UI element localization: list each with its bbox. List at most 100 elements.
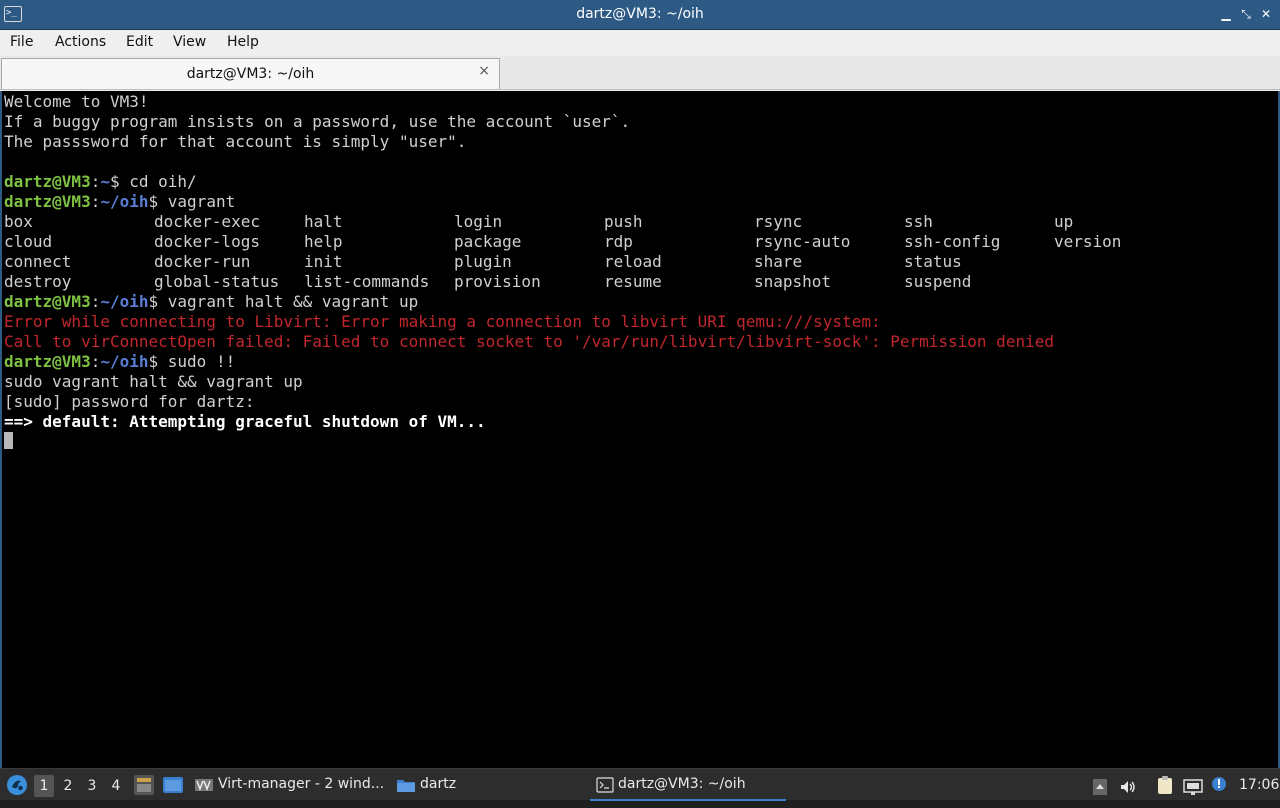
vagrant-subcommand: box (4, 212, 33, 231)
clipboard-tray-button[interactable] (1156, 775, 1174, 795)
vagrant-command-row: cloud docker-logs help package rdp rsync-auto… (4, 232, 1274, 252)
command-text: cd oih/ (129, 172, 197, 191)
title-bar[interactable]: >_ dartz@VM3: ~/oih ▁ ⤡ ✕ (0, 0, 1280, 30)
lxqt-start-icon (7, 775, 27, 795)
welcome-line: Welcome to VM3! (4, 92, 149, 111)
prompt-line: dartz@VM3:~/oih$ vagrant halt && vagrant… (4, 292, 418, 312)
prompt-path: ~ (100, 172, 110, 191)
sudo-password-prompt: [sudo] password for dartz: (4, 392, 255, 411)
desktop-2-button[interactable]: 2 (58, 775, 78, 797)
menu-edit[interactable]: Edit (126, 34, 153, 50)
clock[interactable]: 17:06 (1239, 769, 1279, 801)
vagrant-subcommand: status (904, 252, 962, 271)
maximize-icon[interactable]: ⤡ (1238, 6, 1254, 22)
vagrant-subcommand: share (754, 252, 803, 271)
network-icon (1183, 779, 1203, 795)
vagrant-subcommand: version (1054, 232, 1122, 251)
vagrant-command-row: connect docker-run init plugin reload share st… (4, 252, 1274, 272)
vagrant-subcommand: push (604, 212, 643, 231)
window-title: dartz@VM3: ~/oih (576, 6, 704, 22)
tray-arrow-icon (1093, 779, 1107, 795)
vagrant-subcommand: docker-logs (154, 232, 260, 251)
vagrant-subcommand: connect (4, 252, 72, 271)
menu-actions[interactable]: Actions (55, 34, 106, 50)
vagrant-subcommand: halt (304, 212, 343, 231)
volume-icon (1121, 781, 1135, 793)
task-virt-manager[interactable]: Virt-manager - 2 wind... (190, 769, 386, 801)
vagrant-subcommand: up (1054, 212, 1074, 231)
prompt-line: dartz@VM3:~$ cd oih/ (4, 172, 197, 192)
vagrant-command-row: box docker-exec halt login push rsync ssh up (4, 212, 1274, 232)
welcome-line: If a buggy program insists on a password… (4, 112, 631, 131)
vagrant-subcommand: docker-exec (154, 212, 260, 231)
error-line: Call to virConnectOpen failed: Failed to… (4, 332, 1054, 351)
menu-help[interactable]: Help (227, 34, 259, 50)
tray-show-hidden[interactable] (1092, 776, 1108, 795)
close-icon[interactable]: ✕ (1258, 6, 1274, 22)
menu-file[interactable]: File (10, 34, 33, 50)
welcome-line: The passsword for that account is simply… (4, 132, 467, 151)
vagrant-status-line: ==> default: Attempting graceful shutdow… (4, 412, 486, 431)
desktop-3-button[interactable]: 3 (82, 775, 102, 797)
vagrant-subcommand: cloud (4, 232, 53, 251)
desktop-1-button[interactable]: 1 (34, 775, 54, 797)
prompt-user: dartz@VM3 (4, 172, 91, 191)
task-file-manager[interactable]: dartz (392, 769, 582, 801)
desktop-4-button[interactable]: 4 (106, 775, 126, 797)
folder-icon (397, 780, 415, 792)
menu-view[interactable]: View (173, 34, 206, 50)
tab-close-icon[interactable]: × (478, 63, 490, 79)
vagrant-subcommand: docker-run (154, 252, 251, 271)
update-notifier-icon (1212, 777, 1226, 791)
tab-terminal[interactable]: dartz@VM3: ~/oih × (1, 58, 500, 89)
show-desktop-button[interactable] (133, 774, 155, 796)
prompt-colon: : (90, 292, 101, 311)
task-label: dartz@VM3: ~/oih (618, 776, 746, 792)
vagrant-subcommand: package (454, 232, 522, 251)
command-text: vagrant halt && vagrant up (167, 292, 419, 311)
prompt-dollar: $ (148, 352, 168, 371)
command-echo: sudo vagrant halt && vagrant up (4, 372, 303, 391)
prompt-dollar: $ (109, 172, 130, 191)
prompt-colon: : (90, 352, 101, 371)
command-text: vagrant (167, 192, 236, 211)
prompt-colon: : (90, 192, 101, 211)
window-icon (163, 777, 183, 793)
update-tray-button[interactable] (1210, 775, 1228, 795)
prompt-dollar: $ (148, 292, 168, 311)
task-terminal[interactable]: dartz@VM3: ~/oih (590, 769, 786, 801)
prompt-line: dartz@VM3:~/oih$ sudo !! (4, 352, 235, 372)
taskbar: 1 2 3 4 Virt-manager - 2 wind... dartz d… (0, 768, 1280, 801)
vagrant-subcommand: list-commands (304, 272, 430, 291)
prompt-dollar: $ (148, 192, 168, 211)
vagrant-command-row: destroy global-status list-commands provisi… (4, 272, 1274, 292)
task-label: dartz (420, 776, 457, 792)
vagrant-subcommand: rdp (604, 232, 633, 251)
menu-bar: File Actions Edit View Help (0, 30, 1280, 56)
tab-label: dartz@VM3: ~/oih (186, 66, 315, 82)
task-label: Virt-manager - 2 wind... (218, 776, 385, 792)
prompt-user: dartz@VM3 (4, 292, 91, 311)
volume-button[interactable] (1119, 776, 1137, 794)
prompt-user: dartz@VM3 (4, 352, 91, 371)
vagrant-subcommand: help (304, 232, 343, 251)
tab-bar: dartz@VM3: ~/oih × (0, 56, 1280, 90)
vagrant-subcommand: plugin (454, 252, 512, 271)
vagrant-subcommand: resume (604, 272, 662, 291)
vagrant-subcommand: snapshot (754, 272, 832, 291)
terminal-icon (596, 777, 614, 793)
command-text: sudo !! (167, 352, 236, 371)
vagrant-subcommand: login (454, 212, 503, 231)
vagrant-subcommand: init (304, 252, 343, 271)
vagrant-subcommand: ssh-config (904, 232, 1001, 251)
error-line: Error while connecting to Libvirt: Error… (4, 312, 881, 331)
network-tray-button[interactable] (1183, 776, 1203, 795)
text-cursor (4, 432, 13, 449)
start-menu-button[interactable] (6, 774, 28, 796)
show-desktop-icon (134, 775, 154, 795)
quicklaunch-button[interactable] (162, 775, 184, 795)
virt-manager-icon (195, 779, 213, 792)
vagrant-subcommand: ssh (904, 212, 933, 231)
terminal-output[interactable]: Welcome to VM3! If a buggy program insis… (0, 91, 1280, 768)
minimize-icon[interactable]: ▁ (1218, 6, 1234, 22)
